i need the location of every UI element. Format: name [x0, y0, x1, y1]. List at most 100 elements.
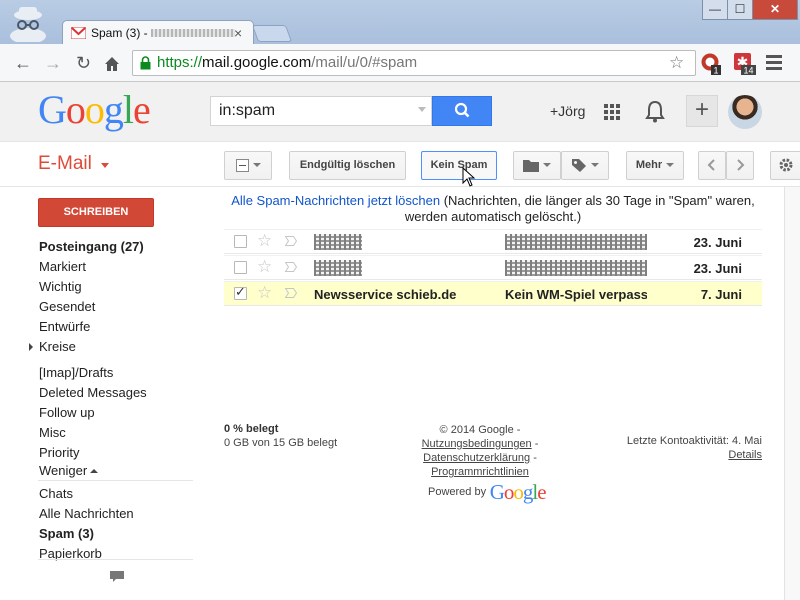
logo-letter: g: [103, 87, 124, 132]
search-input[interactable]: [211, 97, 411, 125]
footer-copyright: © 2014 Google -: [439, 424, 521, 436]
extension-icon-1[interactable]: 1: [700, 52, 724, 76]
lock-icon: [140, 56, 151, 70]
share-plus-button[interactable]: +: [686, 95, 718, 127]
expand-circles-icon[interactable]: [29, 343, 33, 351]
delete-forever-button[interactable]: Endgültig löschen: [289, 151, 406, 180]
chevron-down-icon[interactable]: [101, 163, 109, 168]
sidebar-item[interactable]: [Imap]/Drafts: [39, 365, 113, 380]
home-icon[interactable]: [104, 56, 120, 72]
more-button[interactable]: Mehr: [626, 151, 684, 180]
chat-bubble-icon[interactable]: [110, 571, 124, 583]
storage-detail: 0 GB von 15 GB belegt: [224, 437, 338, 449]
table-row[interactable]: ☆ 23. Juni: [224, 229, 762, 254]
redacted-subject: [505, 234, 647, 250]
row-checkbox[interactable]: [234, 284, 247, 300]
policies-link[interactable]: Programmrichtlinien: [431, 466, 529, 478]
url-scheme: https://: [157, 54, 203, 71]
logo-letter: e: [133, 87, 151, 132]
settings-button[interactable]: [770, 151, 800, 180]
google-logo-small: Google: [490, 480, 547, 504]
chevron-down-icon: [666, 163, 675, 168]
sidebar-less-toggle[interactable]: Weniger: [39, 463, 99, 478]
privacy-link[interactable]: Datenschutzerklärung: [423, 452, 530, 464]
search-button[interactable]: [432, 96, 492, 126]
apps-grid-icon[interactable]: [604, 104, 620, 120]
sidebar-item[interactable]: Chats: [39, 486, 73, 501]
browser-menu-icon[interactable]: [766, 55, 782, 73]
logo-letter: l: [122, 87, 134, 132]
activity-details-link[interactable]: Details: [728, 449, 762, 461]
sidebar-item[interactable]: Wichtig: [39, 279, 82, 294]
label-tag-icon: [572, 159, 586, 173]
sidebar-item[interactable]: Gesendet: [39, 299, 95, 314]
sidebar-divider: [38, 480, 193, 481]
extension-icon-2[interactable]: ✱ 14: [733, 52, 757, 76]
importance-marker-icon[interactable]: [285, 236, 297, 246]
row-subject: Kein WM-Spiel verpass: [505, 287, 647, 302]
star-icon[interactable]: ☆: [257, 283, 272, 303]
redacted-subject: [505, 260, 647, 276]
move-to-button[interactable]: [513, 151, 561, 180]
importance-marker-icon[interactable]: [285, 288, 297, 298]
row-checkbox[interactable]: [234, 261, 247, 274]
compose-button[interactable]: SCHREIBEN: [38, 198, 154, 227]
google-plus-user-link[interactable]: +Jörg: [550, 103, 585, 119]
terms-link[interactable]: Nutzungsbedingungen: [422, 438, 532, 450]
window-close-button[interactable]: ✕: [752, 0, 798, 20]
search-options-caret-icon[interactable]: [418, 107, 426, 112]
google-logo[interactable]: Google: [38, 86, 151, 134]
sidebar-item[interactable]: Spam (3): [39, 526, 94, 541]
sidebar-item[interactable]: Alle Nachrichten: [39, 506, 134, 521]
bell-icon[interactable]: [644, 99, 666, 123]
new-tab-button[interactable]: [251, 25, 293, 42]
select-checkbox[interactable]: [235, 158, 249, 172]
delete-all-spam-link[interactable]: Alle Spam-Nachrichten jetzt löschen: [231, 193, 440, 208]
page-scrollbar[interactable]: [784, 187, 800, 600]
window-maximize-button[interactable]: ☐: [727, 0, 753, 20]
chevron-up-icon: [90, 469, 99, 473]
row-sender: Newsservice schieb.de: [314, 287, 457, 302]
reload-icon[interactable]: ↻: [76, 53, 91, 73]
older-button[interactable]: [726, 151, 754, 180]
browser-tab-spam[interactable]: Spam (3) - ×: [62, 20, 254, 46]
star-icon[interactable]: ☆: [257, 231, 272, 251]
gear-icon: [779, 158, 793, 172]
search-icon: [454, 102, 470, 118]
bookmark-star-icon[interactable]: ☆: [669, 53, 684, 73]
logo-letter: o: [65, 87, 86, 132]
sidebar-item[interactable]: Entwürfe: [39, 319, 90, 334]
select-all-checkbox-button[interactable]: [224, 151, 272, 180]
window-minimize-button[interactable]: —: [702, 0, 728, 20]
table-row[interactable]: ☆ Newsservice schieb.de Kein WM-Spiel verp…: [224, 281, 762, 306]
sidebar-item[interactable]: Priority: [39, 445, 79, 460]
chevron-down-icon: [591, 163, 599, 168]
powered-by-label: Powered by: [428, 486, 487, 498]
sidebar-item[interactable]: Follow up: [39, 405, 95, 420]
sidebar-item[interactable]: Kreise: [39, 339, 76, 354]
address-bar[interactable]: https://mail.google.com/mail/u/0/#spam ☆: [132, 50, 696, 76]
logo-letter: e: [537, 480, 546, 504]
footer-legal: © 2014 Google - Nutzungsbedingungen - Da…: [416, 423, 544, 479]
app-switcher-label[interactable]: E-Mail: [38, 153, 92, 175]
star-icon[interactable]: ☆: [257, 257, 272, 277]
table-row[interactable]: ☆ 23. Juni: [224, 255, 762, 280]
sidebar-item[interactable]: Misc: [39, 425, 66, 440]
newer-button[interactable]: [698, 151, 726, 180]
labels-button[interactable]: [561, 151, 609, 180]
sidebar-item[interactable]: Markiert: [39, 259, 86, 274]
row-checkbox[interactable]: [234, 235, 247, 248]
importance-marker-icon[interactable]: [285, 262, 297, 272]
tab-close-button[interactable]: ×: [234, 25, 242, 41]
sidebar-item[interactable]: Posteingang (27): [39, 239, 144, 254]
forward-arrow-icon[interactable]: →: [44, 53, 62, 73]
gmail-header: Google +Jörg +: [0, 82, 800, 142]
chevron-down-icon: [252, 163, 261, 168]
sidebar-item[interactable]: Deleted Messages: [39, 385, 147, 400]
not-spam-button[interactable]: Kein Spam: [421, 151, 497, 180]
mouse-pointer-icon: [462, 167, 476, 187]
back-arrow-icon[interactable]: ←: [14, 53, 32, 73]
storage-percent: 0 % belegt: [224, 423, 279, 435]
avatar[interactable]: [728, 95, 762, 129]
search-box[interactable]: [210, 96, 432, 126]
